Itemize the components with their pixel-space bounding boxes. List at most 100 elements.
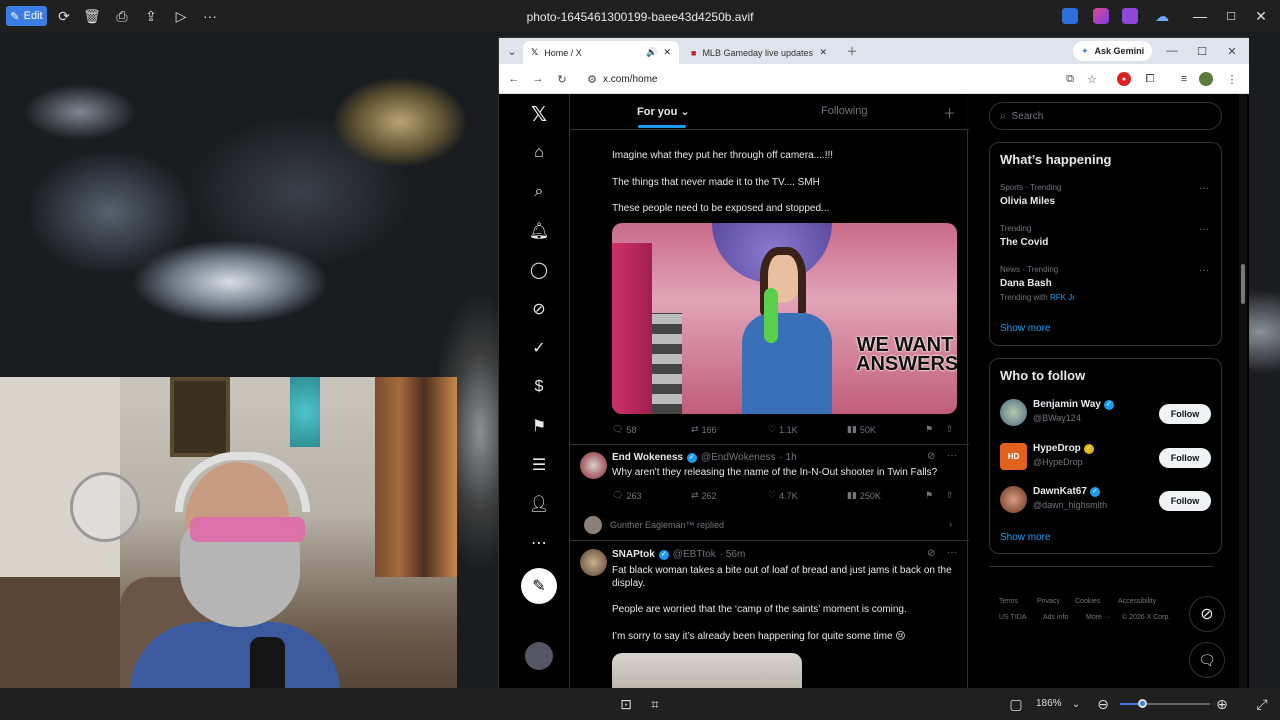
bookmark-icon[interactable]: ⚑ (525, 412, 553, 440)
home-icon[interactable]: ⌂ (525, 139, 553, 167)
tweet-media[interactable] (612, 653, 802, 689)
install-icon[interactable]: ⧉ (1061, 70, 1079, 88)
verified-icon[interactable]: ✓ (525, 334, 553, 362)
more-icon[interactable]: ··· (1199, 224, 1209, 235)
trend-name[interactable]: Dana Bash (1000, 278, 1052, 289)
address-bar[interactable]: x.com/home (603, 68, 1063, 90)
slash-icon[interactable]: ⊘ (525, 295, 553, 323)
fit-icon[interactable]: ⊡ (616, 694, 636, 714)
profile-icon[interactable]: 👤︎ (525, 490, 553, 518)
avatar[interactable] (584, 516, 602, 534)
repost-button[interactable]: ⇄ 262 (691, 490, 717, 501)
bookmark-star-icon[interactable]: ☆ (1083, 70, 1101, 88)
search-input[interactable]: ⌕ Search (989, 102, 1222, 130)
lists-icon[interactable]: ☰ (525, 451, 553, 479)
avatar[interactable] (580, 549, 607, 576)
minimize-icon[interactable]: — (1190, 6, 1210, 26)
trend-name[interactable]: The Covid (1000, 237, 1048, 248)
tweet-time[interactable]: · 56m (720, 549, 746, 560)
author-name[interactable]: End Wokeness (612, 452, 683, 463)
minimize-icon[interactable]: — (1163, 42, 1181, 60)
app-icon-3[interactable] (1122, 8, 1138, 24)
share-icon[interactable]: ⇧ (946, 424, 954, 435)
forward-icon[interactable]: → (529, 70, 547, 88)
extension-icon[interactable]: ● (1117, 72, 1131, 86)
suggestion-handle[interactable]: @HypeDrop (1033, 457, 1083, 467)
show-more-link[interactable]: Show more (1000, 532, 1051, 543)
suggestion-handle[interactable]: @BWay124 (1033, 413, 1081, 423)
grok-icon[interactable]: ◯ (525, 256, 553, 284)
speaker-icon[interactable]: 🔊 (646, 47, 657, 58)
profile-avatar[interactable] (1199, 72, 1213, 86)
suggestion-name[interactable]: DawnKat67 ✓ (1033, 486, 1100, 497)
account-avatar[interactable] (525, 642, 553, 670)
scrollbar-track[interactable] (1239, 94, 1247, 689)
close-icon[interactable]: ✕ (1251, 6, 1271, 26)
avatar[interactable] (580, 452, 607, 479)
views-button[interactable]: ▮▮ 50K (847, 424, 876, 435)
back-icon[interactable]: ← (505, 70, 523, 88)
more-icon[interactable]: ··· (1199, 183, 1209, 194)
money-icon[interactable]: $ (525, 373, 553, 401)
footer-link[interactable]: Privacy (1037, 598, 1060, 605)
reload-icon[interactable]: ↻ (553, 70, 571, 88)
tab-following[interactable]: Following (821, 105, 867, 117)
add-tab-icon[interactable]: ＋ (943, 103, 956, 122)
hypedrop-logo-icon[interactable]: HD (1000, 443, 1027, 470)
close-tab-icon[interactable]: ✕ (819, 47, 827, 58)
maximize-icon[interactable]: ☐ (1221, 6, 1241, 26)
scan-icon[interactable]: ⌗ (645, 694, 665, 714)
footer-link[interactable]: Terms (999, 598, 1018, 605)
trend-extra-link[interactable]: RFK Jr (1050, 293, 1075, 302)
footer-link[interactable]: More ··· (1086, 614, 1111, 621)
share-icon[interactable]: ⇧ (946, 490, 954, 501)
bookmark-icon[interactable]: ⚑ (925, 490, 933, 501)
grok-float-icon[interactable]: ⊘ (1189, 596, 1225, 632)
follow-button[interactable]: Follow (1159, 491, 1211, 511)
zoom-out-icon[interactable]: ⊖ (1093, 694, 1113, 714)
chevron-right-icon[interactable]: › (949, 519, 952, 529)
search-icon[interactable]: ⌕ (525, 178, 553, 206)
zoom-slider[interactable] (1120, 699, 1210, 708)
more-icon[interactable]: ··· (947, 450, 957, 461)
notifications-icon[interactable]: 🔔︎ (525, 217, 553, 245)
like-button[interactable]: ♡ 4.7K (768, 490, 798, 501)
maximize-icon[interactable]: ☐ (1193, 42, 1211, 60)
like-button[interactable]: ♡ 1.1K (768, 424, 798, 435)
close-tab-icon[interactable]: ✕ (663, 47, 671, 58)
media-icon[interactable]: ≡ (1175, 70, 1193, 88)
scrollbar-thumb[interactable] (1241, 264, 1245, 304)
reply-button[interactable]: 🗨︎ 58 (612, 424, 636, 435)
more-icon[interactable]: ⋯ (525, 529, 553, 557)
close-icon[interactable]: ✕ (1223, 42, 1241, 60)
footer-link[interactable]: Ads info (1043, 614, 1068, 621)
x-logo-icon[interactable]: 𝕏 (525, 100, 553, 128)
grok-icon[interactable]: ⊘ (927, 451, 935, 462)
footer-link[interactable]: Accessibility (1118, 598, 1156, 605)
menu-icon[interactable]: ⋮ (1223, 70, 1241, 88)
zoom-in-icon[interactable]: ⊕ (1212, 694, 1232, 714)
footer-link[interactable]: Cookies (1075, 598, 1100, 605)
views-button[interactable]: ▮▮ 250K (847, 490, 881, 501)
suggestion-name[interactable]: HypeDrop ✓ (1033, 443, 1094, 454)
show-more-link[interactable]: Show more (1000, 323, 1051, 334)
follow-button[interactable]: Follow (1159, 448, 1211, 468)
app-icon-1[interactable] (1062, 8, 1078, 24)
zoom-level[interactable]: 186% (1036, 698, 1062, 709)
author-handle[interactable]: @EndWokeness (701, 452, 775, 463)
compose-post-icon[interactable]: ✎ (521, 568, 557, 604)
avatar[interactable] (1000, 486, 1027, 513)
new-tab-icon[interactable]: ＋ (843, 42, 861, 60)
replied-note[interactable]: Gunther Eagleman™ replied (610, 520, 724, 530)
site-info-icon[interactable]: ⚙ (583, 70, 601, 88)
tab-for-you[interactable]: For you ⌄ (637, 105, 690, 118)
app-icon-2[interactable] (1093, 8, 1109, 24)
actual-size-icon[interactable]: ▢ (1006, 694, 1026, 714)
fullscreen-icon[interactable]: ⤢ (1252, 694, 1272, 714)
repost-button[interactable]: ⇄ 166 (691, 424, 717, 435)
suggestion-handle[interactable]: @dawn_highsmith (1033, 500, 1107, 510)
more-icon[interactable]: ··· (1199, 265, 1209, 276)
tab-home-x[interactable]: 𝕏 Home / X 🔊 ✕ (523, 41, 679, 64)
tab-mlb[interactable]: ■ MLB Gameday live updates: Pir ✕ (683, 41, 835, 64)
author-handle[interactable]: @EBTtok (673, 549, 716, 560)
